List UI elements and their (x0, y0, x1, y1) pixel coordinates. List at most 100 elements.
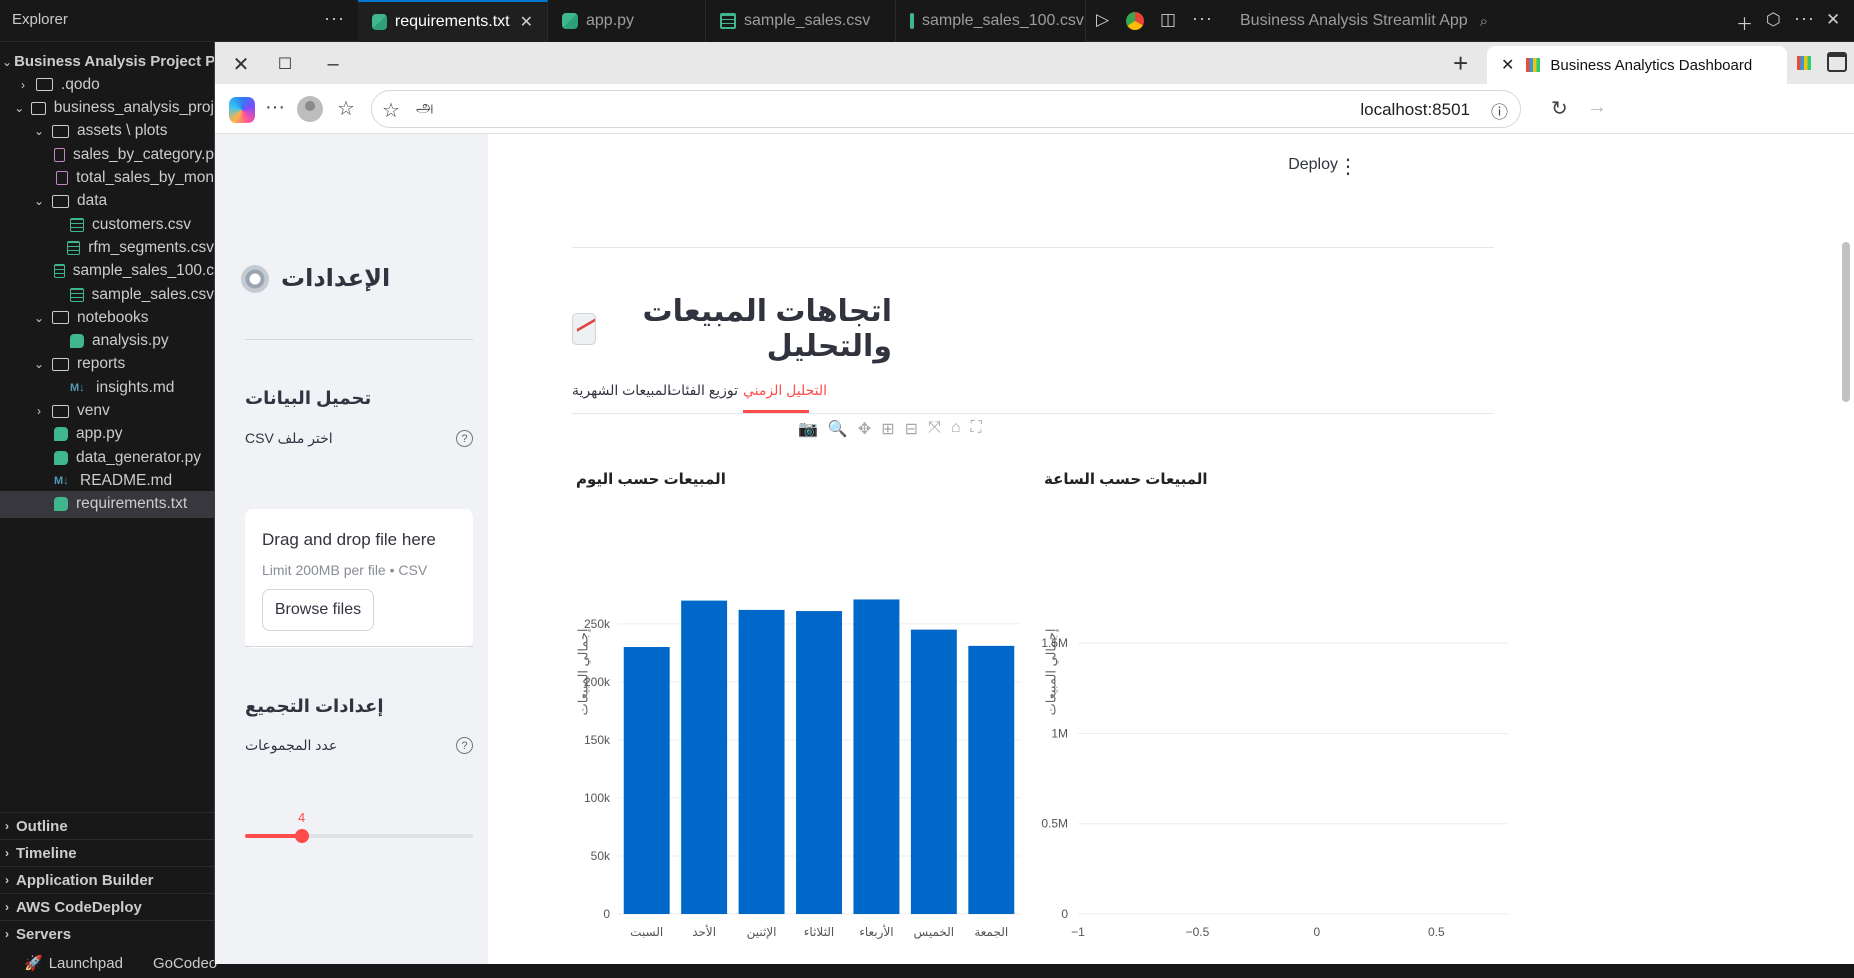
zoom-out-icon[interactable]: ⊟ (905, 419, 918, 441)
x-tick-label: 0.5 (1428, 925, 1445, 939)
autoscale-icon[interactable]: ⤧ (928, 419, 941, 441)
tab-actions-icon[interactable] (1827, 52, 1847, 72)
clusters-slider[interactable]: 4 (245, 810, 473, 843)
tab-monthly-sales[interactable]: المبيعات الشهرية (572, 382, 671, 399)
tree-item-label: venv (77, 402, 110, 419)
tree-item-label: insights.md (96, 378, 175, 396)
y-tick-label: 0.5M (1041, 817, 1068, 831)
bar[interactable] (738, 609, 785, 914)
refresh-icon[interactable]: ↻ (1551, 96, 1568, 121)
search-icon[interactable]: ⌕ (1480, 13, 1488, 30)
close-window-icon[interactable]: ✕ (227, 50, 255, 78)
page-scrollbar[interactable] (1842, 242, 1850, 402)
more-icon[interactable]: ··· (265, 96, 285, 119)
explorer-more-icon[interactable]: ··· (324, 8, 345, 29)
pan-icon[interactable]: ✥ (858, 419, 871, 441)
editor-more-icon[interactable]: ··· (1192, 8, 1213, 29)
y-tick-label: 0 (603, 907, 610, 921)
close-icon[interactable]: ✕ (1501, 55, 1514, 75)
editor-tab-sample-sales[interactable]: sample_sales.csv (706, 0, 896, 42)
read-aloud-icon[interactable]: அ (416, 98, 434, 118)
chart-title-by-day: المبيعات حسب اليوم (576, 471, 726, 488)
main-menu-icon[interactable]: ⋮ (1338, 154, 1358, 179)
tree-item-label: requirements.txt (76, 495, 188, 513)
line-chart-by-hour[interactable]: 0 0.5M 1M 1.5M −1 −0.5 0 0.5 (1038, 504, 1508, 964)
tab-time-analysis[interactable]: التحليل الزمني (743, 382, 827, 399)
new-tab-button[interactable]: + (1453, 48, 1468, 79)
browser-tab-active[interactable]: ✕ Business Analytics Dashboard (1487, 46, 1787, 84)
chevron-right-icon: › (5, 927, 9, 941)
tab-category-distribution[interactable]: توزيع الفئات (668, 382, 738, 399)
chevron-right-icon: › (5, 846, 9, 860)
bar[interactable] (853, 599, 900, 914)
folder-icon (52, 194, 69, 208)
explorer-sidebar: ⌄Business Analysis Project Pyth›.qodo⌄bu… (0, 42, 214, 978)
editor-tab-app[interactable]: app.py (548, 0, 706, 42)
browser-window: ✕ ☐ – + ✕ Business Analytics Dashboard ·… (214, 42, 1854, 964)
minimize-icon[interactable]: – (319, 50, 347, 78)
favorites-icon[interactable]: ☆ (337, 96, 355, 121)
zoom-icon[interactable]: 🔍 (828, 419, 848, 441)
address-bar[interactable]: ☆ அ localhost:8501 ⓘ (371, 90, 1521, 128)
close-icon[interactable]: ✕ (1826, 10, 1840, 30)
browse-files-button[interactable]: Browse files (262, 589, 374, 631)
tree-item[interactable]: requirements.txt (0, 490, 214, 518)
star-icon[interactable]: ☆ (382, 98, 400, 123)
editor-tab-sample-sales-100[interactable]: sample_sales_100.csv (896, 0, 1086, 42)
bar[interactable] (623, 647, 670, 914)
chevron-down-icon: ⌄ (2, 54, 13, 69)
profile-avatar[interactable] (297, 96, 323, 122)
chart-favicon-icon[interactable] (1797, 56, 1811, 70)
panel-servers[interactable]: › Servers (0, 920, 214, 947)
editor-tab-streamlit-app[interactable]: Business Analysis Streamlit App ⌕ (1240, 0, 1488, 42)
gear-icon (241, 264, 269, 293)
analysis-tabs: المبيعات الشهرية توزيع الفئات التحليل ال… (572, 374, 1494, 414)
python-file-icon (70, 334, 84, 349)
launchpad-button[interactable]: Launchpad (49, 955, 123, 972)
gocodeo-button[interactable]: GoCodeo (153, 955, 217, 972)
add-icon[interactable]: ＋ (1736, 10, 1753, 35)
maximize-icon[interactable]: ☐ (271, 50, 299, 78)
panel-timeline[interactable]: › Timeline (0, 839, 214, 866)
help-icon[interactable]: ? (456, 737, 473, 754)
help-icon[interactable]: ? (456, 430, 473, 447)
deploy-button[interactable]: Deploy (1288, 156, 1338, 174)
y-tick-label: 0 (1061, 907, 1068, 921)
panel-application-builder[interactable]: › Application Builder (0, 866, 214, 893)
url-text[interactable]: localhost:8501 (1360, 100, 1470, 120)
bar[interactable] (796, 611, 842, 914)
folder-icon (31, 101, 46, 115)
editor-tab-requirements[interactable]: requirements.txt ✕ (358, 0, 548, 42)
bar[interactable] (910, 629, 957, 914)
image-file-icon (53, 147, 65, 162)
rocket-icon: 🚀 (24, 955, 43, 972)
tree-item-label: README.md (80, 471, 173, 489)
home-icon[interactable]: ⌂ (951, 419, 961, 441)
split-editor-icon[interactable]: ◫ (1160, 10, 1176, 30)
bar-chart-by-day[interactable]: 0 50k 100k 150k 200k 250k السبت الأحد الإثنين الث… (568, 504, 1038, 964)
tree-item-label: reports (77, 355, 126, 373)
folder-icon (36, 78, 53, 92)
bar[interactable] (681, 600, 728, 914)
forward-icon[interactable]: → (1587, 96, 1607, 119)
x-tick-label: الخميس (914, 925, 955, 940)
panel-label: AWS CodeDeploy (16, 898, 142, 916)
tree-item-label: customers.csv (92, 215, 192, 233)
camera-icon[interactable]: 📷 (798, 419, 818, 441)
cube-icon[interactable]: ⬡ (1766, 10, 1781, 30)
window-more-icon[interactable]: ··· (1794, 8, 1815, 29)
zoom-in-icon[interactable]: ⊞ (881, 419, 894, 441)
copilot-icon[interactable] (229, 97, 255, 123)
info-icon[interactable]: ⓘ (1491, 98, 1508, 123)
panel-outline[interactable]: › Outline (0, 812, 214, 839)
run-icon[interactable]: ▷ (1096, 10, 1109, 30)
slider-thumb[interactable] (295, 829, 309, 843)
panel-aws-codedeploy[interactable]: › AWS CodeDeploy (0, 893, 214, 920)
file-label-row: اختر ملف CSV ? (245, 430, 473, 447)
fullscreen-icon[interactable]: ⛶ (971, 419, 982, 441)
bar[interactable] (968, 645, 1015, 914)
browser-preview-icon[interactable] (1126, 12, 1144, 30)
python-file-icon (54, 450, 68, 465)
close-icon[interactable]: ✕ (520, 12, 533, 32)
file-dropzone[interactable]: Drag and drop file here Limit 200MB per … (245, 509, 473, 648)
